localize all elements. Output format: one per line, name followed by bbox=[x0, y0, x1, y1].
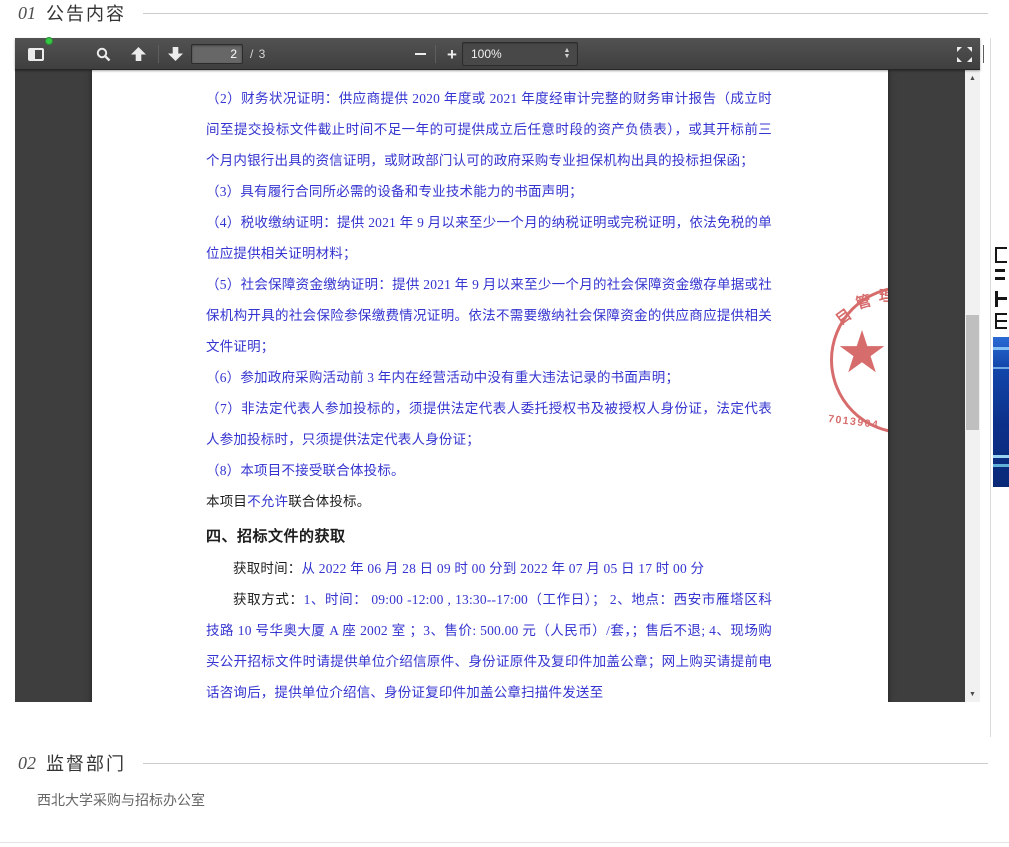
clipped-banner-image bbox=[993, 337, 1009, 487]
pdf-page: （2）财务状况证明：供应商提供 2020 年度或 2021 年度经审计完整的财务… bbox=[92, 70, 888, 702]
clipped-side-panel bbox=[990, 38, 1009, 737]
document-paragraph: （2）财务状况证明：供应商提供 2020 年度或 2021 年度经审计完整的财务… bbox=[206, 83, 772, 176]
document-paragraph: 四、招标文件的获取 bbox=[206, 522, 772, 553]
search-icon bbox=[96, 47, 111, 62]
section-title: 监督部门 bbox=[46, 750, 126, 776]
toolbar-separator bbox=[435, 45, 436, 63]
document-paragraph: 获取时间：从 2022 年 06 月 28 日 09 时 00 分到 2022 … bbox=[206, 553, 772, 584]
minus-icon bbox=[415, 53, 426, 55]
section-divider-line bbox=[143, 13, 988, 14]
page-number-input[interactable] bbox=[191, 44, 243, 64]
supervisor-department-name: 西北大学采购与招标办公室 bbox=[37, 790, 205, 810]
toolbar-separator bbox=[983, 45, 984, 63]
scrollbar-down-button[interactable]: ▼ bbox=[965, 686, 980, 702]
zoom-out-button[interactable] bbox=[407, 42, 433, 66]
document-paragraph: 获取方式：1、时间： 09:00 -12:00 , 13:30--17:00（工… bbox=[206, 584, 772, 702]
scrollbar-thumb[interactable] bbox=[966, 315, 979, 430]
page-total-label: / 3 bbox=[250, 47, 266, 61]
scrollbar-up-button[interactable]: ▲ bbox=[965, 70, 980, 86]
spinner-icon: ▲ ▼ bbox=[559, 48, 577, 60]
next-page-button[interactable] bbox=[162, 42, 188, 66]
stamp-text: 理 bbox=[879, 285, 888, 307]
stamp-star-icon: ★ bbox=[836, 324, 888, 382]
document-paragraph: 本项目不允许联合体投标。 bbox=[206, 486, 772, 517]
sidebar-toggle-button[interactable] bbox=[23, 42, 49, 66]
chevron-up-icon bbox=[131, 47, 146, 61]
section-number: 02 bbox=[18, 753, 36, 774]
previous-page-button[interactable] bbox=[125, 42, 151, 66]
section-divider-line bbox=[143, 763, 988, 764]
document-paragraph: （8）本项目不接受联合体投标。 bbox=[206, 455, 772, 486]
section-number: 01 bbox=[18, 3, 36, 24]
notification-dot bbox=[45, 37, 53, 45]
toolbar-separator bbox=[158, 45, 159, 63]
triangle-down-icon: ▼ bbox=[969, 691, 976, 698]
clipped-text-fragments bbox=[991, 247, 1007, 335]
section-title: 公告内容 bbox=[46, 0, 126, 26]
zoom-level-select[interactable]: 100% ▲ ▼ bbox=[462, 42, 578, 66]
sidebar-toggle-icon bbox=[28, 48, 44, 61]
fullscreen-button[interactable] bbox=[951, 42, 977, 66]
viewer-scrollbar: ▲ ▼ bbox=[965, 70, 980, 702]
document-paragraph: （3）具有履行合同所必需的设备和专业技术能力的书面声明； bbox=[206, 176, 772, 207]
document-paragraph: （7）非法定代表人参加投标的，须提供法定代表人委托授权书及被授权人身份证，法定代… bbox=[206, 393, 772, 455]
zoom-level-value: 100% bbox=[463, 47, 559, 61]
triangle-up-icon: ▲ bbox=[969, 75, 976, 82]
chevron-down-icon bbox=[168, 47, 183, 61]
document-paragraph: （5）社会保障资金缴纳证明：提供 2021 年 9 月以来至少一个月的社会保障资… bbox=[206, 269, 772, 362]
section-header-announcement: 01 公告内容 bbox=[18, 0, 126, 26]
section-header-supervisor: 02 监督部门 bbox=[18, 750, 126, 776]
pdf-viewer-canvas: （2）财务状况证明：供应商提供 2020 年度或 2021 年度经审计完整的财务… bbox=[15, 70, 980, 702]
document-paragraph: （6）参加政府采购活动前 3 年内在经营活动中没有重大违法记录的书面声明； bbox=[206, 362, 772, 393]
pdf-toolbar: / 3 + 100% ▲ ▼ bbox=[15, 38, 980, 70]
plus-icon: + bbox=[447, 46, 457, 63]
page-bottom-border bbox=[0, 842, 1009, 843]
fullscreen-icon bbox=[957, 47, 972, 62]
document-paragraph: （4）税收缴纳证明：提供 2021 年 9 月以来至少一个月的纳税证明或完税证明… bbox=[206, 207, 772, 269]
pdf-viewer: / 3 + 100% ▲ ▼ （2）财务状况证明：供应商提供 bbox=[15, 38, 980, 702]
document-text: （2）财务状况证明：供应商提供 2020 年度或 2021 年度经审计完整的财务… bbox=[92, 70, 888, 702]
search-button[interactable] bbox=[90, 42, 116, 66]
red-seal-stamp: 目 管 理 ★ 7013904 bbox=[830, 278, 888, 473]
